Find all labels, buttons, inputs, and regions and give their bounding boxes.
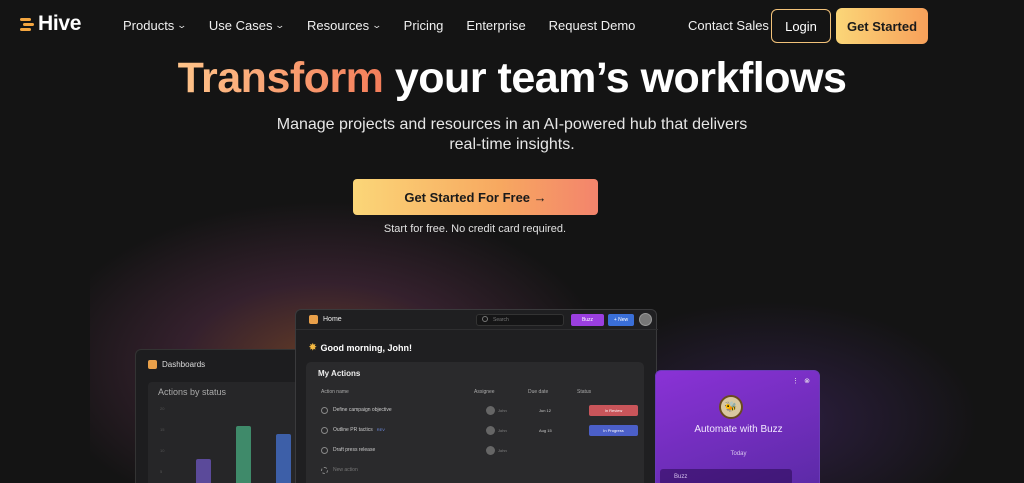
avatar: [486, 426, 495, 435]
nav-item-label: Pricing: [403, 18, 444, 33]
status-badge[interactable]: In Review: [589, 405, 638, 416]
axis-label: 20: [160, 406, 165, 411]
buzz-title: Automate with Buzz: [694, 424, 783, 435]
check-circle-icon[interactable]: [321, 427, 328, 434]
buzz-input[interactable]: Buzz: [660, 469, 792, 483]
action-name: Define campaign objective: [333, 407, 392, 413]
axis-label: 5: [160, 469, 163, 474]
dashboard-icon: [148, 360, 157, 369]
assignee-name: John: [498, 428, 507, 433]
nav-item-label: Products: [123, 18, 175, 33]
buzz-bee-icon: 🐝: [719, 395, 743, 419]
table-row[interactable]: Define campaign objective John Jun 12 In…: [318, 404, 638, 418]
avatar: [486, 446, 495, 455]
new-action-row[interactable]: New action: [318, 464, 638, 478]
nav-item-label: Use Cases: [208, 18, 273, 33]
buzz-today-label: Today: [730, 451, 747, 457]
check-circle-icon[interactable]: [321, 407, 328, 414]
top-navigation: Hive Products ⌄ Use Cases ⌄ Resources ⌄ Pri…: [0, 0, 1024, 52]
action-tag: REV: [376, 427, 385, 432]
home-panel: Home Search Buzz + New ✸ Good morning, J…: [295, 309, 658, 483]
nav-item-use-cases[interactable]: Use Cases ⌄: [208, 18, 286, 33]
action-name: Draft press release: [333, 447, 376, 453]
table-row[interactable]: Outline PR tactics REV John Aug 15 In Pro…: [318, 424, 638, 438]
column-header: Status: [577, 389, 592, 395]
buzz-panel: ⋮ ⊗ 🐝 Automate with Buzz Today Buzz: [655, 370, 820, 483]
chevron-down-icon: ⌄: [371, 20, 383, 30]
hive-logo[interactable]: Hive: [20, 12, 81, 36]
home-label: Home: [309, 315, 342, 324]
axis-label: 15: [160, 427, 165, 432]
nav-item-resources[interactable]: Resources ⌄: [306, 18, 383, 33]
buzz-controls: ⋮ ⊗: [792, 377, 810, 385]
nav-item-request-demo[interactable]: Request Demo: [549, 18, 636, 33]
home-toolbar: Home Search Buzz + New: [296, 310, 658, 330]
home-icon: [309, 315, 318, 324]
search-input[interactable]: Search: [476, 314, 564, 326]
column-header: Due date: [528, 389, 549, 395]
avatar: [486, 406, 495, 415]
due-date: Jun 12: [539, 408, 552, 413]
cta-note: Start for free. No credit card required.: [383, 223, 567, 235]
my-actions-card: My Actions Action name Assignee Due date…: [306, 362, 644, 483]
my-actions-title: My Actions: [318, 369, 361, 378]
nav-item-label: Resources: [306, 18, 370, 33]
hero-title: Transform your team’s workflows: [0, 52, 1024, 104]
dashboards-header: Dashboards: [136, 350, 304, 379]
search-icon: [482, 316, 488, 322]
due-date: Aug 15: [539, 428, 552, 433]
status-badge[interactable]: In Progress: [589, 425, 638, 436]
nav-item-label: Request Demo: [548, 18, 636, 33]
get-started-free-button[interactable]: Get Started For Free →: [353, 179, 598, 215]
hero-subtitle: Manage projects and resources in an AI-p…: [276, 116, 748, 153]
new-button[interactable]: + New: [608, 314, 634, 326]
column-header: Action name: [321, 389, 349, 395]
table-row[interactable]: Draft press release John: [318, 444, 638, 458]
check-circle-icon[interactable]: [321, 447, 328, 454]
assignee-name: John: [498, 408, 507, 413]
nav-item-products[interactable]: Products ⌄: [123, 18, 188, 33]
hero-title-accent: Transform: [177, 54, 384, 102]
axis-label: 10: [160, 448, 165, 453]
assignee-name: John: [498, 448, 507, 453]
greeting-text: Good morning, John!: [320, 342, 413, 353]
actions-by-status-card: Actions by status 20 15 10 5: [148, 382, 306, 483]
more-options-icon[interactable]: ⋮: [792, 377, 799, 385]
dashboards-panel: Dashboards Actions by status 20 15 10 5: [135, 349, 306, 483]
action-name: Outline PR tactics REV: [333, 427, 385, 433]
hive-logo-icon: [20, 17, 34, 31]
contact-sales-link[interactable]: Contact Sales: [688, 18, 769, 33]
home-title: Home: [323, 316, 342, 323]
action-name-text: Outline PR tactics: [333, 427, 373, 433]
card-title: Actions by status: [158, 387, 227, 397]
sun-icon: ✸: [309, 342, 317, 352]
brand-name: Hive: [38, 12, 82, 35]
status-bar: [196, 459, 211, 483]
new-action-label: New action: [333, 467, 358, 473]
login-button[interactable]: Login: [771, 9, 831, 43]
nav-item-enterprise[interactable]: Enterprise: [466, 18, 525, 33]
chevron-down-icon: ⌄: [176, 20, 188, 30]
avatar[interactable]: [639, 313, 652, 326]
nav-item-label: Enterprise: [466, 18, 526, 33]
plus-circle-icon[interactable]: [321, 467, 328, 474]
nav-item-pricing[interactable]: Pricing: [404, 18, 444, 33]
nav-links: Products ⌄ Use Cases ⌄ Resources ⌄ Pricing …: [123, 18, 658, 33]
status-bar: [276, 434, 291, 483]
close-icon[interactable]: ⊗: [804, 377, 810, 385]
status-bar: [236, 426, 251, 483]
greeting: ✸ Good morning, John!: [309, 342, 412, 353]
chevron-down-icon: ⌄: [274, 20, 286, 30]
status-bars: [178, 404, 298, 483]
hero-title-rest: your team’s workflows: [394, 54, 847, 102]
column-header: Assignee: [474, 389, 495, 395]
buzz-button[interactable]: Buzz: [571, 314, 604, 326]
get-started-button[interactable]: Get Started: [836, 8, 928, 44]
dashboards-title: Dashboards: [162, 360, 206, 369]
